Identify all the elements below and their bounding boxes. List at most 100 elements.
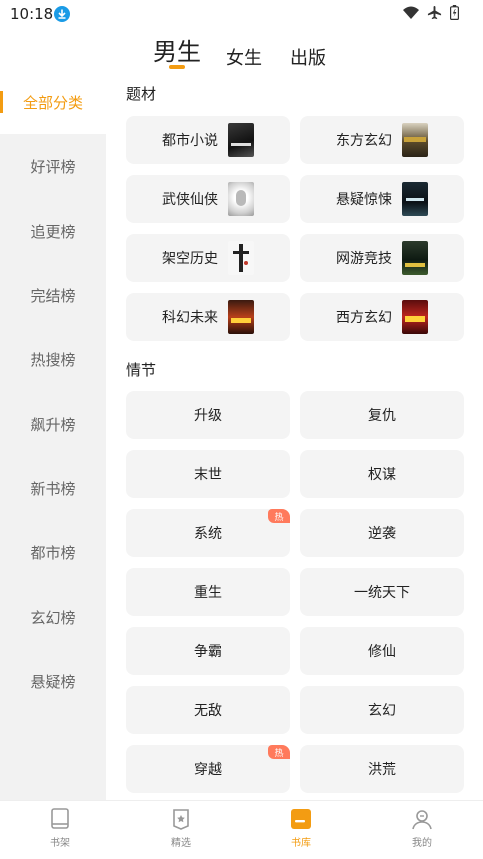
plot-card-label: 争霸: [194, 644, 222, 660]
active-marker: [0, 91, 3, 113]
theme-card-label: 东方玄幻: [336, 133, 392, 149]
sidebar-item-rising[interactable]: 飙升榜: [0, 392, 106, 456]
plot-card-label: 一统天下: [354, 585, 410, 601]
plot-card-label: 升级: [194, 408, 222, 424]
plot-card[interactable]: 权谋: [300, 450, 464, 498]
nav-bookshelf[interactable]: 书架: [20, 807, 100, 849]
plot-card-label: 复仇: [368, 408, 396, 424]
theme-card-label: 都市小说: [162, 133, 218, 149]
gender-tabs: 男生 女生 出版: [0, 34, 483, 74]
theme-card[interactable]: 都市小说: [126, 116, 290, 164]
theme-card-label: 网游竞技: [336, 251, 392, 267]
sidebar-item-label: 新书榜: [30, 479, 76, 498]
book-cover: [228, 300, 254, 334]
plot-card-label: 权谋: [368, 467, 396, 483]
book-cover: [228, 123, 254, 157]
sidebar-item-label: 完结榜: [30, 286, 76, 305]
sidebar-item-urban[interactable]: 都市榜: [0, 520, 106, 584]
sidebar-item-label: 追更榜: [30, 222, 76, 241]
book-cover: [402, 241, 428, 275]
nav-profile[interactable]: 我的: [382, 807, 462, 849]
hot-badge: 热: [268, 509, 290, 523]
theme-card[interactable]: 架空历史: [126, 234, 290, 282]
sidebar-item-following[interactable]: 追更榜: [0, 199, 106, 263]
plot-card[interactable]: 洪荒: [300, 745, 464, 793]
theme-card-label: 西方玄幻: [336, 310, 392, 326]
book-cover: [402, 182, 428, 216]
theme-card[interactable]: 悬疑惊悚: [300, 175, 464, 223]
sidebar-item-completed[interactable]: 完结榜: [0, 263, 106, 327]
battery-icon: [450, 5, 459, 20]
active-tab-indicator: [169, 65, 185, 69]
plot-card[interactable]: 系统 热: [126, 509, 290, 557]
section-title-theme: 题材: [126, 85, 157, 103]
plot-card[interactable]: 复仇: [300, 391, 464, 439]
plot-card[interactable]: 重生: [126, 568, 290, 616]
nav-featured[interactable]: 精选: [141, 807, 221, 849]
nav-library[interactable]: 书库: [261, 807, 341, 849]
category-sidebar: 全部分类 好评榜 追更榜 完结榜 热搜榜 飙升榜 新书榜 都市榜 玄幻榜 悬疑榜: [0, 70, 106, 800]
status-icons: [403, 5, 459, 20]
theme-card[interactable]: 东方玄幻: [300, 116, 464, 164]
plot-card[interactable]: 升级: [126, 391, 290, 439]
plot-card[interactable]: 无敌: [126, 686, 290, 734]
book-cover: [402, 300, 428, 334]
download-icon: [54, 6, 70, 22]
bookshelf-icon: [51, 808, 69, 829]
status-time: 10:18: [10, 5, 54, 23]
theme-card-label: 科幻未来: [162, 310, 218, 326]
theme-card[interactable]: 网游竞技: [300, 234, 464, 282]
sidebar-item-label: 热搜榜: [30, 350, 76, 369]
plot-card[interactable]: 争霸: [126, 627, 290, 675]
sidebar-item-fantasy[interactable]: 玄幻榜: [0, 585, 106, 649]
sidebar-item-label: 飙升榜: [30, 415, 76, 434]
sidebar-item-new-books[interactable]: 新书榜: [0, 456, 106, 520]
plot-card-label: 修仙: [368, 644, 396, 660]
tab-male[interactable]: 男生: [153, 32, 201, 67]
sidebar-item-label: 玄幻榜: [30, 608, 76, 627]
category-content: 题材 都市小说 东方玄幻 武侠仙侠 悬疑惊悚 架空历史 网游竞技 科幻未来 西方…: [106, 70, 483, 800]
sidebar-item-hot-search[interactable]: 热搜榜: [0, 327, 106, 391]
featured-icon: [173, 809, 189, 830]
nav-label: 书架: [50, 838, 70, 849]
plot-card-label: 逆袭: [368, 526, 396, 542]
book-cover: [228, 182, 254, 216]
plot-card[interactable]: 逆袭: [300, 509, 464, 557]
book-cover: [402, 123, 428, 157]
sidebar-item-top-rated[interactable]: 好评榜: [0, 134, 106, 198]
hot-badge: 热: [268, 745, 290, 759]
plot-card[interactable]: 末世: [126, 450, 290, 498]
plot-card[interactable]: 一统天下: [300, 568, 464, 616]
theme-card[interactable]: 西方玄幻: [300, 293, 464, 341]
sidebar-item-label: 悬疑榜: [30, 672, 76, 691]
tab-female[interactable]: 女生: [226, 44, 262, 70]
sidebar-item-label: 全部分类: [22, 93, 83, 112]
plot-card-label: 系统: [194, 526, 222, 542]
theme-card-label: 悬疑惊悚: [336, 192, 392, 208]
status-bar: 10:18: [0, 0, 483, 28]
sidebar-item-label: 好评榜: [30, 157, 76, 176]
tab-publish[interactable]: 出版: [290, 44, 326, 70]
plot-card[interactable]: 修仙: [300, 627, 464, 675]
bottom-nav: 书架 精选 书库 我的: [0, 800, 483, 859]
plot-card[interactable]: 穿越 热: [126, 745, 290, 793]
nav-label: 精选: [171, 838, 191, 849]
theme-card[interactable]: 科幻未来: [126, 293, 290, 341]
section-title-plot: 情节: [126, 361, 157, 379]
plot-card[interactable]: 玄幻: [300, 686, 464, 734]
plot-card-label: 洪荒: [368, 762, 396, 778]
airplane-icon: [427, 5, 442, 20]
profile-icon: [412, 810, 432, 830]
library-icon: [291, 809, 311, 829]
theme-card-label: 架空历史: [162, 251, 218, 267]
theme-card-label: 武侠仙侠: [162, 192, 218, 208]
sidebar-item-mystery[interactable]: 悬疑榜: [0, 649, 106, 713]
plot-card-label: 穿越: [194, 762, 222, 778]
theme-card[interactable]: 武侠仙侠: [126, 175, 290, 223]
plot-card-label: 无敌: [194, 703, 222, 719]
plot-card-label: 重生: [194, 585, 222, 601]
sidebar-item-all[interactable]: 全部分类: [0, 70, 106, 134]
plot-card-label: 末世: [194, 467, 222, 483]
nav-label: 我的: [412, 838, 432, 849]
sidebar-item-label: 都市榜: [30, 543, 76, 562]
